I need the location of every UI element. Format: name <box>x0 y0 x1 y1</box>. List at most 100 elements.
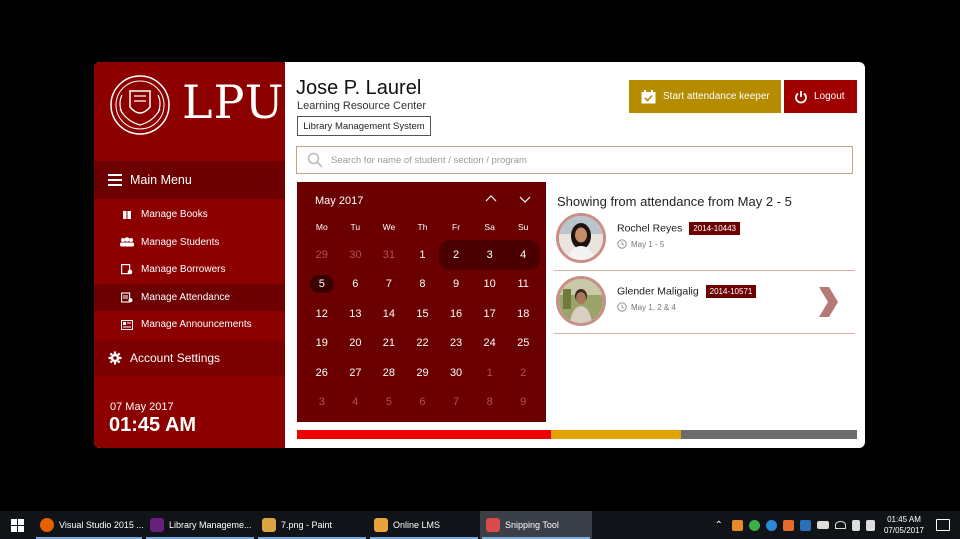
calendar-day[interactable]: 20 <box>339 329 373 359</box>
strip-segment-gold <box>551 430 681 439</box>
main-menu-label: Main Menu <box>130 173 192 187</box>
tray-app-icon[interactable] <box>748 519 760 531</box>
logout-button[interactable]: Logout <box>784 80 857 113</box>
calendar-day[interactable]: 23 <box>439 329 473 359</box>
wifi-icon[interactable] <box>834 521 846 529</box>
menu-item-manage-borrowers[interactable]: Manage Borrowers <box>94 256 285 284</box>
menu-item-manage-books[interactable]: Manage Books <box>94 201 285 229</box>
menu-item-label: Manage Borrowers <box>141 264 226 276</box>
student-id-badge: 2014-10571 <box>705 285 757 298</box>
calendar-day[interactable]: 25 <box>506 329 540 359</box>
start-attendance-button[interactable]: Start attendance keeper <box>629 80 781 113</box>
taskbar-clock[interactable]: 01:45 AM 07/05/2017 <box>884 514 924 536</box>
calendar-day[interactable]: 1 <box>473 358 507 388</box>
calendar-day[interactable]: 26 <box>305 358 339 388</box>
calendar-day[interactable]: 28 <box>372 358 406 388</box>
taskbar-item-label: Library Manageme... <box>169 520 252 530</box>
main-menu-header[interactable]: Main Menu <box>94 161 285 199</box>
calendar-day[interactable]: 13 <box>339 299 373 329</box>
calendar-day[interactable]: 9 <box>506 388 540 418</box>
ime-icon[interactable] <box>865 519 875 531</box>
cloud-icon[interactable] <box>765 519 777 531</box>
menu-item-manage-attendance[interactable]: Manage Attendance <box>94 283 285 311</box>
calendar-day[interactable]: 16 <box>439 299 473 329</box>
taskbar-item[interactable]: Online LMS <box>368 511 480 539</box>
calendar-day-number: 4 <box>520 248 527 261</box>
attendance-entry[interactable]: Rochel Reyes 2014-10443 May 1 - 5 <box>554 209 855 271</box>
attendance-entry[interactable]: Glender Maligalig 2014-10571 May 1, 2 & … <box>554 272 855 334</box>
chevron-up-icon[interactable] <box>483 192 499 206</box>
taskbar-item[interactable]: 7.png - Paint <box>256 511 368 539</box>
calendar-day[interactable]: 14 <box>372 299 406 329</box>
student-id-badge: 2014-10443 <box>689 222 741 235</box>
calendar-day-number: 5 <box>385 396 392 409</box>
menu-item-manage-students[interactable]: Manage Students <box>94 229 285 257</box>
calendar-day[interactable]: 21 <box>372 329 406 359</box>
tray-app-icon[interactable] <box>782 519 794 531</box>
calendar-day[interactable]: 22 <box>406 329 440 359</box>
tray-app-icon[interactable] <box>731 519 743 531</box>
calendar-day-number: 30 <box>349 248 362 261</box>
calendar-day[interactable]: 7 <box>372 270 406 300</box>
calendar-day[interactable]: 12 <box>305 299 339 329</box>
system-tray: ⌃ 01:45 AM 07/05/2017 <box>715 511 960 539</box>
calendar-day[interactable]: 2 <box>506 358 540 388</box>
start-button[interactable] <box>0 511 34 539</box>
calendar-day-number: 6 <box>352 278 359 291</box>
calendar-day[interactable]: 5 <box>372 388 406 418</box>
color-strip <box>297 430 857 439</box>
calendar-day[interactable]: 30 <box>339 240 373 270</box>
notification-icon[interactable] <box>936 519 950 531</box>
calendar-day[interactable]: 6 <box>339 270 373 300</box>
taskbar-item[interactable]: Visual Studio 2015 ... <box>34 511 144 539</box>
account-settings-button[interactable]: Account Settings <box>94 340 285 376</box>
calendar-day[interactable]: 2 <box>439 240 473 270</box>
calendar-day-number: 9 <box>520 396 527 409</box>
calendar-day[interactable]: 29 <box>305 240 339 270</box>
calendar-day-number: 31 <box>382 248 396 261</box>
calendar-weekdays: Mo Tu We Th Fr Sa Su <box>305 222 540 232</box>
taskbar-items: Visual Studio 2015 ... Library Manageme..… <box>34 511 592 539</box>
volume-icon[interactable] <box>851 519 860 531</box>
calendar-day[interactable]: 18 <box>506 299 540 329</box>
calendar-day-number: 29 <box>315 248 328 261</box>
calendar-day[interactable]: 30 <box>439 358 473 388</box>
calendar-day[interactable]: 3 <box>305 388 339 418</box>
chevron-up-icon[interactable]: ⌃ <box>715 520 723 531</box>
calendar-day-number: 17 <box>483 307 496 320</box>
calendar-day[interactable]: 1 <box>406 240 440 270</box>
calendar-day[interactable]: 4 <box>506 240 540 270</box>
calendar-day-number: 7 <box>453 396 460 409</box>
calendar-day[interactable]: 24 <box>473 329 507 359</box>
borrowers-icon <box>120 264 134 275</box>
calendar-day[interactable]: 19 <box>305 329 339 359</box>
calendar-day[interactable]: 6 <box>406 388 440 418</box>
calendar-day[interactable]: 7 <box>439 388 473 418</box>
menu-item-manage-announcements[interactable]: Manage Announcements <box>94 311 285 339</box>
calendar-day[interactable]: 4 <box>339 388 373 418</box>
calendar-day[interactable]: 5 <box>305 270 339 300</box>
weekday-label: Th <box>417 222 428 232</box>
tray-app-icon[interactable] <box>799 519 811 531</box>
chevron-down-icon[interactable] <box>517 192 533 206</box>
calendar-day[interactable]: 27 <box>339 358 373 388</box>
calendar-day[interactable]: 29 <box>406 358 440 388</box>
calendar-day[interactable]: 15 <box>406 299 440 329</box>
sidebar: LPU Main Menu Manage Books Manage Studen… <box>94 62 285 448</box>
battery-icon[interactable] <box>816 521 829 529</box>
taskbar-item[interactable]: Library Manageme... <box>144 511 256 539</box>
calendar-day[interactable]: 11 <box>506 270 540 300</box>
chevron-right-icon[interactable] <box>817 286 839 318</box>
calendar-day[interactable]: 17 <box>473 299 507 329</box>
calendar-day[interactable]: 9 <box>439 270 473 300</box>
taskbar-item[interactable]: Snipping Tool <box>480 511 592 539</box>
search-input[interactable] <box>331 154 852 166</box>
calendar-day[interactable]: 3 <box>472 240 507 270</box>
calendar-day[interactable]: 8 <box>406 270 440 300</box>
calendar-day-number: 1 <box>419 248 426 261</box>
avatar <box>556 213 606 263</box>
calendar-day[interactable]: 8 <box>473 388 507 418</box>
calendar-day[interactable]: 10 <box>473 270 507 300</box>
gear-icon <box>108 351 122 365</box>
calendar-day[interactable]: 31 <box>372 240 406 270</box>
